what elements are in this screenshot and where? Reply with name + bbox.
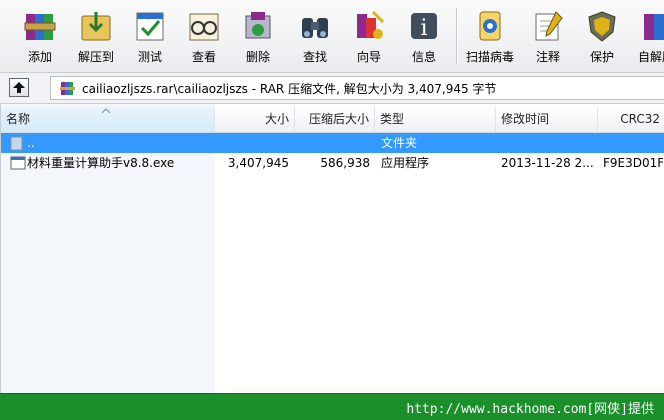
column-header-size[interactable]: 大小 [215, 107, 295, 132]
table-row-parent-folder[interactable]: .. 文件夹 [1, 133, 664, 153]
view-label: 查看 [191, 50, 216, 64]
list-header: 名称 大小 压缩后大小 类型 修改时间 CRC32 [1, 107, 664, 133]
find-binoculars-icon [302, 18, 328, 38]
row-packed: 586,938 [320, 156, 370, 170]
watermark-text: http://www.hackhome.com[网侠]提供 [406, 402, 654, 417]
wizard-label: 向导 [356, 50, 381, 64]
address-bar: cailiaozljszs.rar\cailiaozljszs - RAR 压缩… [0, 73, 664, 104]
extract-to-button[interactable]: 解压到 [70, 8, 122, 68]
file-list[interactable]: 名称 大小 压缩后大小 类型 修改时间 CRC32 .. 文件夹 材料重量计算助… [0, 104, 664, 393]
column-header-modified[interactable]: 修改时间 [496, 107, 598, 132]
comment-label: 注释 [535, 50, 560, 64]
column-name-label: 名称 [6, 112, 31, 126]
column-packed-label: 压缩后大小 [308, 112, 369, 126]
folder-icon [10, 136, 23, 151]
rar-archive-icon [60, 82, 75, 95]
row-name: .. [27, 136, 35, 150]
row-type: 文件夹 [381, 136, 418, 150]
column-header-name[interactable]: 名称 [1, 107, 215, 132]
comment-pen-icon [535, 11, 563, 41]
test-label: 测试 [137, 50, 162, 64]
svg-text:i: i [420, 16, 427, 41]
row-type: 应用程序 [381, 156, 430, 170]
table-row-exe-file[interactable]: 材料重量计算助手v8.8.exe 3,407,945 586,938 应用程序 … [1, 153, 664, 173]
row-name: 材料重量计算助手v8.8.exe [27, 156, 175, 170]
info-icon: i [411, 13, 437, 41]
view-glasses-icon [189, 13, 219, 41]
column-type-label: 类型 [380, 112, 405, 126]
exe-file-icon [10, 156, 26, 170]
protect-label: 保护 [589, 50, 614, 64]
column-header-type[interactable]: 类型 [375, 107, 496, 132]
row-crc [603, 133, 663, 153]
info-button[interactable]: i 信息 [398, 8, 450, 68]
row-crc: F9E3D01F [603, 156, 663, 170]
row-packed [295, 133, 370, 153]
row-modified: 2013-11-28 2... [501, 156, 594, 170]
view-button[interactable]: 查看 [178, 8, 230, 68]
comment-button[interactable]: 注释 [522, 8, 574, 68]
status-bar: http://www.hackhome.com[网侠]提供 [0, 393, 664, 420]
delete-button[interactable]: 删除 [232, 8, 284, 68]
address-path: cailiaozljszs.rar\cailiaozljszs - RAR 压缩… [82, 82, 497, 96]
test-check-icon [136, 12, 164, 41]
scan-virus-icon [479, 11, 501, 41]
add-label: 添加 [27, 50, 52, 64]
find-label: 查找 [302, 50, 327, 64]
protect-shield-icon [588, 11, 616, 42]
sfx-icon [644, 14, 664, 40]
extract-to-label: 解压到 [77, 50, 114, 64]
sfx-label: 自解压 [637, 50, 664, 64]
up-folder-button[interactable] [9, 78, 29, 97]
column-size-label: 大小 [264, 112, 289, 126]
column-header-packed[interactable]: 压缩后大小 [295, 107, 375, 132]
column-modified-label: 修改时间 [501, 112, 550, 126]
delete-label: 删除 [245, 50, 270, 64]
find-button[interactable]: 查找 [289, 8, 341, 68]
row-size: 3,407,945 [227, 156, 289, 170]
toolbar: 添加 解压到 测试 查看 删除 查找 向导 i 信息 扫描病毒 注释 保护 自解 [0, 0, 664, 73]
arrow-up-icon [13, 82, 25, 93]
wizard-button[interactable]: 向导 [343, 8, 395, 68]
row-size [215, 133, 289, 153]
column-header-crc[interactable]: CRC32 [598, 107, 664, 132]
test-button[interactable]: 测试 [124, 8, 176, 68]
wizard-icon [357, 10, 385, 39]
scan-virus-button[interactable]: 扫描病毒 [462, 8, 518, 68]
toolbar-separator [456, 8, 458, 64]
winrar-books-icon [24, 14, 56, 40]
protect-button[interactable]: 保护 [576, 8, 628, 68]
sort-ascending-icon [101, 108, 111, 114]
column-crc-label: CRC32 [620, 112, 660, 126]
info-label: 信息 [411, 50, 436, 64]
delete-icon [245, 12, 271, 39]
row-modified [501, 133, 596, 153]
extract-folder-icon [81, 12, 111, 41]
sfx-button[interactable]: 自解压 [630, 8, 664, 68]
scan-virus-label: 扫描病毒 [465, 50, 514, 64]
add-button[interactable]: 添加 [14, 8, 66, 68]
